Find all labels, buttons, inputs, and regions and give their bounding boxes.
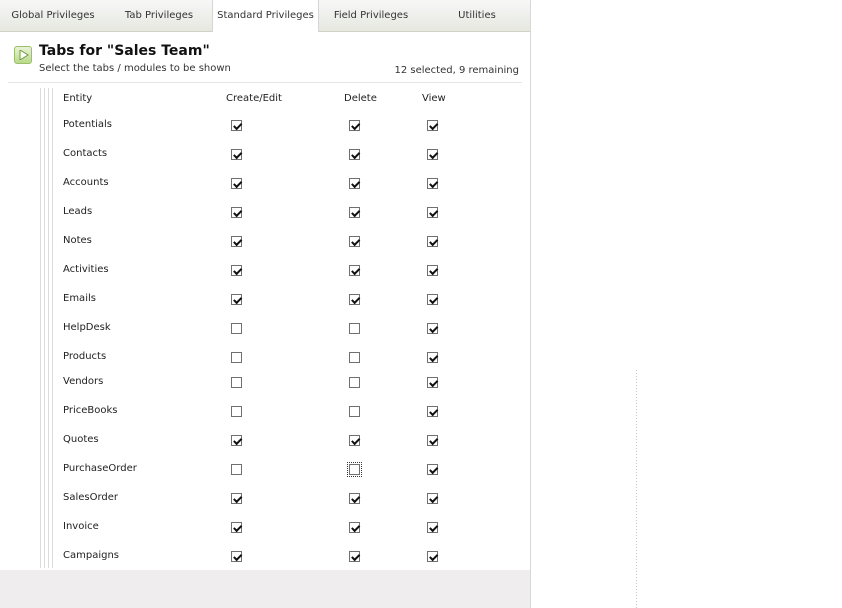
create-checkbox[interactable] xyxy=(231,178,242,189)
create-checkbox[interactable] xyxy=(231,323,242,334)
view-checkbox[interactable] xyxy=(427,178,438,189)
delete-checkbox[interactable] xyxy=(349,352,360,363)
view-checkbox[interactable] xyxy=(427,207,438,218)
view-checkbox[interactable] xyxy=(427,464,438,475)
tab-field-privileges[interactable]: Field Privileges xyxy=(318,0,424,31)
view-checkbox[interactable] xyxy=(427,236,438,247)
delete-checkbox[interactable] xyxy=(349,377,360,388)
delete-checkbox[interactable] xyxy=(349,236,360,247)
page-subtitle: Select the tabs / modules to be shown xyxy=(39,63,231,74)
create-checkbox[interactable] xyxy=(231,377,242,388)
delete-checkbox[interactable] xyxy=(349,178,360,189)
delete-checkbox[interactable] xyxy=(349,207,360,218)
entity-label: PurchaseOrder xyxy=(63,463,137,474)
play-arrow-icon xyxy=(14,46,32,64)
panel-footer xyxy=(0,570,530,608)
entity-label: Activities xyxy=(63,264,109,275)
dotted-divider xyxy=(636,369,637,608)
create-checkbox[interactable] xyxy=(231,149,242,160)
view-checkbox[interactable] xyxy=(427,149,438,160)
delete-checkbox[interactable] xyxy=(349,551,360,562)
create-checkbox[interactable] xyxy=(231,464,242,475)
entity-label: Quotes xyxy=(63,434,99,445)
create-checkbox[interactable] xyxy=(231,294,242,305)
entity-label: Emails xyxy=(63,293,96,304)
view-checkbox[interactable] xyxy=(427,522,438,533)
delete-checkbox[interactable] xyxy=(349,294,360,305)
view-checkbox[interactable] xyxy=(427,493,438,504)
entity-label: Accounts xyxy=(63,177,109,188)
entity-label: Vendors xyxy=(63,376,104,387)
delete-checkbox[interactable] xyxy=(349,406,360,417)
delete-checkbox[interactable] xyxy=(349,265,360,276)
entity-label: SalesOrder xyxy=(63,492,119,503)
view-checkbox[interactable] xyxy=(427,323,438,334)
create-checkbox[interactable] xyxy=(231,522,242,533)
divider xyxy=(8,82,522,83)
view-checkbox[interactable] xyxy=(427,551,438,562)
tab-global-privileges[interactable]: Global Privileges xyxy=(0,0,106,31)
view-checkbox[interactable] xyxy=(427,265,438,276)
delete-checkbox[interactable] xyxy=(349,120,360,131)
create-checkbox[interactable] xyxy=(231,551,242,562)
entity-label: Notes xyxy=(63,235,92,246)
delete-checkbox[interactable] xyxy=(349,323,360,334)
tab-tab-privileges[interactable]: Tab Privileges xyxy=(106,0,212,31)
create-checkbox[interactable] xyxy=(231,236,242,247)
entity-label: PriceBooks xyxy=(63,405,118,416)
column-header-entity: Entity xyxy=(63,93,93,104)
view-checkbox[interactable] xyxy=(427,377,438,388)
privileges-panel: Global Privileges Tab Privileges Standar… xyxy=(0,0,531,608)
delete-checkbox[interactable] xyxy=(349,522,360,533)
tab-standard-privileges[interactable]: Standard Privileges xyxy=(212,0,319,32)
delete-checkbox[interactable] xyxy=(347,462,362,477)
create-checkbox[interactable] xyxy=(231,207,242,218)
delete-checkbox[interactable] xyxy=(349,435,360,446)
delete-checkbox[interactable] xyxy=(349,149,360,160)
create-checkbox[interactable] xyxy=(231,120,242,131)
delete-checkbox[interactable] xyxy=(349,493,360,504)
view-checkbox[interactable] xyxy=(427,294,438,305)
column-header-delete: Delete xyxy=(344,93,377,104)
create-checkbox[interactable] xyxy=(231,435,242,446)
entity-label: Products xyxy=(63,351,107,362)
entity-label: HelpDesk xyxy=(63,322,111,333)
row-indicator-strip xyxy=(40,88,56,568)
create-checkbox[interactable] xyxy=(231,406,242,417)
view-checkbox[interactable] xyxy=(427,435,438,446)
view-checkbox[interactable] xyxy=(427,406,438,417)
view-checkbox[interactable] xyxy=(427,120,438,131)
column-header-view: View xyxy=(422,93,446,104)
tab-utilities[interactable]: Utilities xyxy=(424,0,530,31)
entity-label: Invoice xyxy=(63,521,99,532)
entity-label: Potentials xyxy=(63,119,113,130)
entity-label: Contacts xyxy=(63,148,108,159)
column-header-create-edit: Create/Edit xyxy=(226,93,282,104)
entity-label: Campaigns xyxy=(63,550,120,561)
tab-bar: Global Privileges Tab Privileges Standar… xyxy=(0,0,530,32)
entity-label: Leads xyxy=(63,206,93,217)
create-checkbox[interactable] xyxy=(231,352,242,363)
create-checkbox[interactable] xyxy=(231,265,242,276)
view-checkbox[interactable] xyxy=(427,352,438,363)
page-title: Tabs for "Sales Team" xyxy=(39,43,210,59)
create-checkbox[interactable] xyxy=(231,493,242,504)
selection-count: 12 selected, 9 remaining xyxy=(394,65,519,76)
